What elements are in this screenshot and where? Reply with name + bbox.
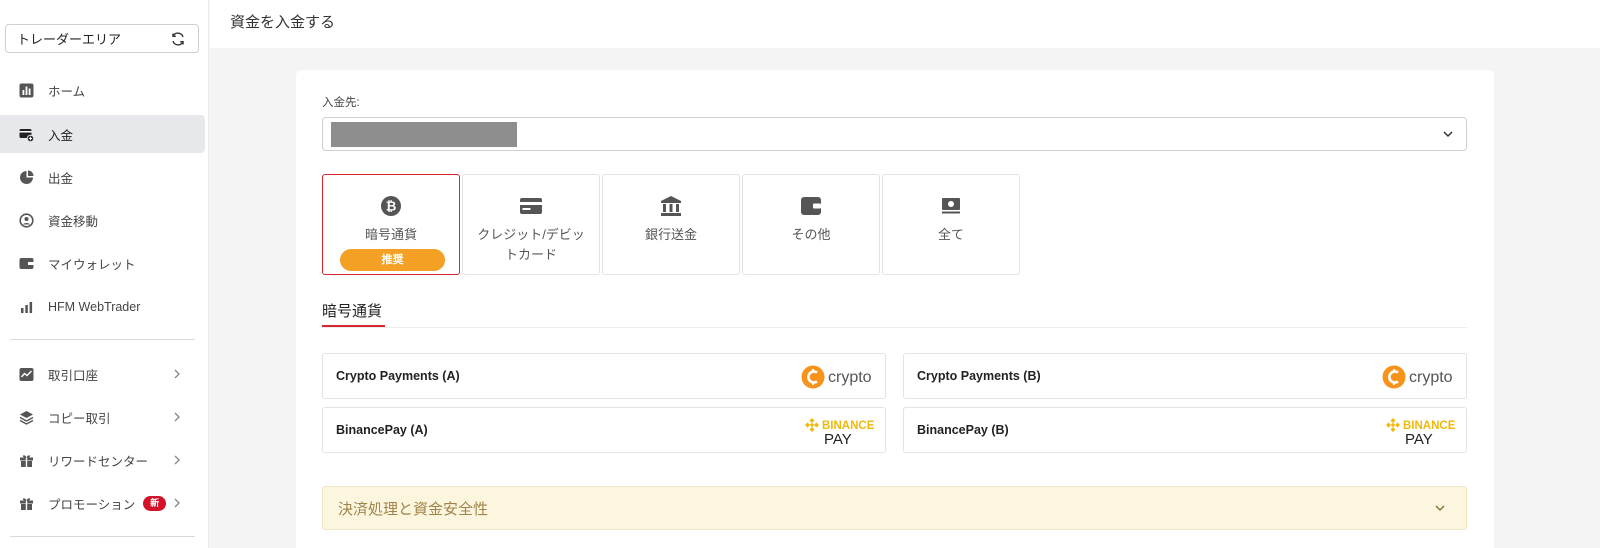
binance-pay-logo-icon: BINANCE PAY bbox=[1386, 418, 1456, 446]
section-title-underline bbox=[322, 325, 385, 327]
chevron-right-icon bbox=[174, 412, 180, 422]
sidebar-item-wallet[interactable]: マイウォレット bbox=[0, 244, 205, 282]
credit-card-icon bbox=[520, 198, 542, 214]
cash-icon bbox=[942, 198, 960, 214]
wallet-icon bbox=[19, 256, 34, 271]
sidebar-item-label: コピー取引 bbox=[48, 411, 111, 426]
payment-option-crypto-b[interactable]: Crypto Payments (B) crypto bbox=[903, 353, 1467, 399]
sidebar-item-withdraw[interactable]: 出金 bbox=[0, 158, 205, 196]
crypto-logo-icon: crypto bbox=[801, 365, 872, 389]
page-title: 資金を入金する bbox=[230, 14, 336, 31]
payment-security-accordion[interactable]: 決済処理と資金安全性 bbox=[322, 486, 1467, 530]
payment-option-binancepay-a[interactable]: BinancePay (A) BINANCE PAY bbox=[322, 407, 886, 453]
section-divider bbox=[322, 327, 1467, 328]
tab-bank-transfer[interactable]: 銀行送金 bbox=[602, 174, 740, 275]
crypto-logo-icon: crypto bbox=[1382, 365, 1453, 389]
sidebar-item-label: 入金 bbox=[48, 128, 74, 143]
sidebar-item-promotion[interactable]: プロモーション 新 bbox=[0, 484, 205, 522]
tab-label: その他 bbox=[791, 227, 831, 242]
chevron-right-icon bbox=[174, 455, 180, 465]
payment-option-binancepay-b[interactable]: BinancePay (B) BINANCE PAY bbox=[903, 407, 1467, 453]
deposit-destination-select[interactable] bbox=[322, 117, 1467, 151]
chevron-down-icon bbox=[1435, 505, 1445, 512]
top-bar: 資金を入金する bbox=[210, 0, 1600, 48]
deposit-icon bbox=[19, 127, 34, 142]
chevron-right-icon bbox=[174, 369, 180, 379]
tab-label: クレジット/デビッ トカード bbox=[477, 227, 585, 262]
payment-option-name: Crypto Payments (A) bbox=[336, 369, 460, 383]
sidebar-item-label: HFM WebTrader bbox=[48, 300, 141, 314]
tab-label: 全て bbox=[937, 227, 964, 242]
binance-pay-logo-icon: BINANCE PAY bbox=[805, 418, 875, 446]
sidebar-item-transfer[interactable]: 資金移動 bbox=[0, 201, 205, 239]
layers-icon bbox=[19, 410, 34, 425]
tab-label: 暗号通貨 bbox=[364, 227, 417, 242]
svg-text:crypto: crypto bbox=[1409, 369, 1453, 386]
sidebar-item-label: ホーム bbox=[48, 84, 86, 99]
deposit-destination-label: 入金先: bbox=[322, 97, 360, 109]
sidebar-item-reward-center[interactable]: リワードセンター bbox=[0, 441, 205, 479]
section-title: 暗号通貨 bbox=[322, 303, 383, 320]
svg-text:PAY: PAY bbox=[824, 431, 852, 446]
payment-option-name: BinancePay (A) bbox=[336, 423, 428, 437]
masked-account-value bbox=[331, 122, 517, 147]
sidebar-item-deposit[interactable]: 入金 bbox=[0, 115, 205, 153]
new-badge: 新 bbox=[143, 495, 167, 511]
svg-text:PAY: PAY bbox=[1405, 431, 1433, 446]
tab-credit-card[interactable]: クレジット/デビッ トカード bbox=[462, 174, 600, 275]
sidebar-item-label: 出金 bbox=[48, 171, 74, 186]
sidebar-item-home[interactable]: ホーム bbox=[0, 71, 205, 109]
wallet-icon bbox=[801, 197, 821, 215]
tab-other[interactable]: その他 bbox=[742, 174, 880, 275]
sidebar-item-label: マイウォレット bbox=[48, 257, 136, 272]
payment-option-name: Crypto Payments (B) bbox=[917, 369, 1041, 383]
sidebar-item-trading-accounts[interactable]: 取引口座 bbox=[0, 355, 205, 393]
deposit-card: 入金先: ₿ 暗号通貨 推奨 クレジット/デビッ トカード 銀行送金 その他 全… bbox=[296, 70, 1494, 548]
accordion-title: 決済処理と資金安全性 bbox=[338, 501, 489, 518]
chevron-down-icon bbox=[1443, 131, 1453, 138]
tab-all[interactable]: 全て bbox=[882, 174, 1020, 275]
sidebar-item-webtrader[interactable]: HFM WebTrader bbox=[0, 288, 205, 326]
sidebar-item-label: リワードセンター bbox=[48, 454, 149, 469]
trader-area-select[interactable]: トレーダーエリア bbox=[5, 24, 199, 53]
recommended-badge: 推奨 bbox=[340, 249, 445, 271]
payment-option-name: BinancePay (B) bbox=[917, 423, 1009, 437]
gift-icon bbox=[19, 496, 34, 511]
sidebar-item-label: プロモーション bbox=[48, 497, 136, 512]
sidebar-divider bbox=[10, 339, 195, 340]
trader-area-label: トレーダーエリア bbox=[17, 32, 122, 47]
bank-icon bbox=[661, 196, 681, 216]
refresh-icon[interactable] bbox=[170, 31, 186, 47]
bitcoin-icon: ₿ bbox=[381, 196, 401, 216]
chart-icon bbox=[19, 83, 34, 98]
tab-label: 銀行送金 bbox=[644, 227, 697, 242]
sidebar-item-label: 資金移動 bbox=[48, 214, 99, 229]
sidebar-item-label: 取引口座 bbox=[48, 368, 99, 383]
sidebar: トレーダーエリア ホーム 入金 出金 資金移動 マイウォレット HFM WebT… bbox=[0, 0, 209, 548]
sidebar-divider bbox=[10, 536, 195, 537]
withdraw-icon bbox=[19, 170, 34, 185]
transfer-icon bbox=[19, 212, 34, 228]
trading-chart-icon bbox=[19, 367, 34, 382]
gift-icon bbox=[19, 453, 34, 468]
svg-text:₿: ₿ bbox=[386, 200, 397, 215]
payment-option-crypto-a[interactable]: Crypto Payments (A) crypto bbox=[322, 353, 886, 399]
tab-crypto[interactable]: ₿ 暗号通貨 推奨 bbox=[322, 174, 460, 275]
svg-text:crypto: crypto bbox=[828, 369, 872, 386]
sidebar-item-copy-trading[interactable]: コピー取引 bbox=[0, 398, 205, 436]
chevron-right-icon bbox=[174, 498, 180, 508]
bar-chart-icon bbox=[19, 300, 34, 315]
